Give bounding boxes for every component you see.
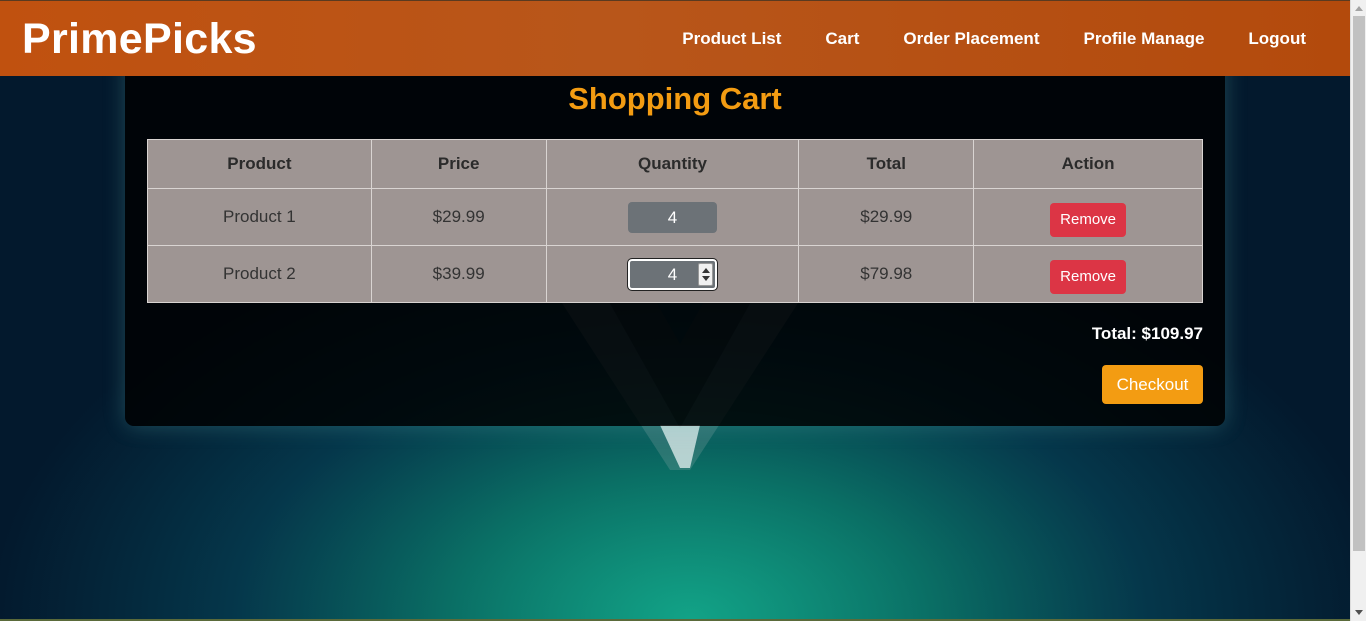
quantity-input[interactable]: 4 (627, 201, 717, 233)
nav-link-order-placement[interactable]: Order Placement (903, 29, 1039, 49)
nav-links: Product List Cart Order Placement Profil… (682, 29, 1350, 49)
cell-price: $39.99 (370, 245, 547, 303)
quantity-spinner[interactable] (697, 262, 713, 286)
quantity-value: 4 (667, 264, 678, 284)
nav-link-logout[interactable]: Logout (1248, 29, 1306, 49)
spin-up-icon[interactable] (701, 267, 710, 273)
quantity-input-focused[interactable]: 4 (626, 257, 718, 291)
header-quantity: Quantity (545, 139, 800, 189)
brand-logo[interactable]: PrimePicks (22, 15, 257, 64)
cart-table: Product Price Quantity Total Action Prod… (147, 139, 1203, 303)
shopping-cart-panel: Shopping Cart Product Price Quantity Tot… (125, 57, 1225, 426)
cell-product-name: Product 1 (147, 188, 372, 246)
scroll-thumb[interactable] (1353, 16, 1365, 551)
header-product: Product (147, 139, 372, 189)
top-navbar: PrimePicks Product List Cart Order Place… (0, 0, 1350, 76)
remove-button[interactable]: Remove (1050, 260, 1127, 294)
header-total: Total (798, 139, 975, 189)
cell-total: $29.99 (798, 188, 975, 246)
nav-link-profile-manage[interactable]: Profile Manage (1083, 29, 1204, 49)
cell-total: $79.98 (798, 245, 975, 303)
header-action: Action (973, 139, 1203, 189)
table-row: Product 2 $39.99 4 $79.98 Remove (147, 245, 1203, 303)
nav-link-cart[interactable]: Cart (825, 29, 859, 49)
cell-product-name: Product 2 (147, 245, 372, 303)
page-title: Shopping Cart (568, 81, 782, 116)
cell-price: $29.99 (370, 188, 547, 246)
cell-quantity: 4 (545, 188, 800, 246)
nav-link-product-list[interactable]: Product List (682, 29, 781, 49)
table-row: Product 1 $29.99 4 $29.99 Remove (147, 188, 1203, 246)
checkout-button[interactable]: Checkout (1102, 365, 1203, 404)
grand-total: Total: $109.97 (1091, 324, 1203, 343)
remove-button[interactable]: Remove (1050, 203, 1127, 237)
cell-action: Remove (973, 245, 1203, 303)
spin-down-icon[interactable] (701, 275, 710, 281)
vertical-scrollbar[interactable] (1350, 0, 1366, 621)
cell-quantity: 4 (545, 245, 800, 303)
cell-action: Remove (973, 188, 1203, 246)
header-price: Price (370, 139, 547, 189)
scroll-down-icon[interactable] (1355, 610, 1363, 615)
scroll-up-icon[interactable] (1355, 6, 1363, 11)
table-header-row: Product Price Quantity Total Action (147, 139, 1203, 189)
